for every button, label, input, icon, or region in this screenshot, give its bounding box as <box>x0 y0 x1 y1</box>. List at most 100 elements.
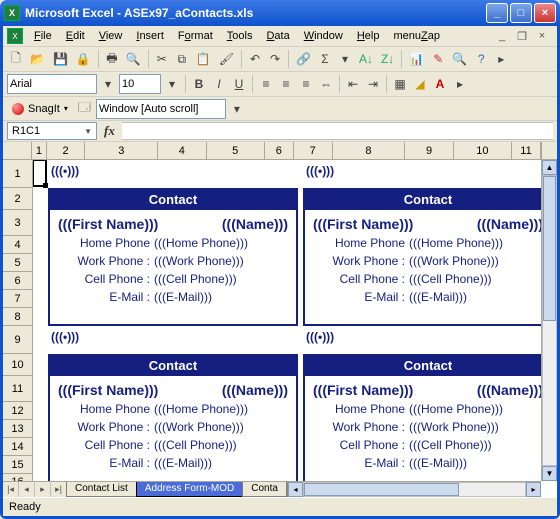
horizontal-scrollbar[interactable]: ◂ ▸ <box>287 482 541 497</box>
col-header[interactable]: 8 <box>333 142 406 160</box>
row-header[interactable]: 4 <box>3 236 33 254</box>
fill-color-icon[interactable]: ◢ <box>411 74 429 94</box>
menu-window[interactable]: Window <box>297 28 350 44</box>
font-size-dd-icon[interactable]: ▾ <box>163 74 181 94</box>
col-header[interactable]: 3 <box>85 142 158 160</box>
tab-next-icon[interactable]: ▸ <box>35 482 51 497</box>
format-painter-icon[interactable]: 🖌 <box>216 49 237 69</box>
vscroll-thumb[interactable] <box>543 176 556 320</box>
row-header[interactable]: 13 <box>3 420 33 438</box>
menu-view[interactable]: View <box>92 28 130 44</box>
row-header[interactable]: 1 <box>3 160 33 188</box>
font-name-dd-icon[interactable]: ▾ <box>99 74 117 94</box>
col-header[interactable]: 11 <box>512 142 541 160</box>
doc-restore-button[interactable]: ❐ <box>515 29 529 43</box>
cut-icon[interactable]: ✂ <box>153 49 171 69</box>
maximize-button[interactable]: □ <box>510 3 532 23</box>
indent-decrease-icon[interactable]: ⇤ <box>344 74 362 94</box>
redo-icon[interactable]: ↷ <box>266 49 284 69</box>
workbook-icon[interactable]: X <box>7 28 23 44</box>
sheet-grid[interactable]: (((•)))(((•)))Contact(((First Name)))(((… <box>33 160 541 480</box>
sort-desc-icon[interactable]: Z↓ <box>378 49 397 69</box>
sheet-tab[interactable]: Address Form-MOD <box>136 482 243 497</box>
dropdown-icon[interactable]: ▾ <box>336 49 354 69</box>
doc-close-button[interactable]: × <box>535 29 549 43</box>
zoom-icon[interactable]: 🔍 <box>449 49 470 69</box>
row-header[interactable]: 9 <box>3 326 33 354</box>
row-header[interactable]: 2 <box>3 188 33 210</box>
name-box-dd-icon[interactable]: ▼ <box>84 127 92 136</box>
name-box[interactable]: R1C1 ▼ <box>7 122 97 140</box>
underline-icon[interactable]: U <box>230 74 248 94</box>
row-header[interactable]: 3 <box>3 210 33 236</box>
snagit-button[interactable]: SnagIt ▾ <box>7 101 73 117</box>
font-size-select[interactable] <box>119 74 161 94</box>
sort-asc-icon[interactable]: A↓ <box>356 49 376 69</box>
row-header[interactable]: 7 <box>3 290 33 308</box>
undo-icon[interactable]: ↶ <box>246 49 264 69</box>
select-all-button[interactable] <box>3 142 32 160</box>
bold-icon[interactable]: B <box>190 74 208 94</box>
open-icon[interactable]: 📂 <box>27 49 48 69</box>
row-header[interactable]: 8 <box>3 308 33 326</box>
menu-insert[interactable]: Insert <box>129 28 171 44</box>
sheet-tab[interactable]: Contact List <box>66 482 137 497</box>
row-header[interactable]: 10 <box>3 354 33 376</box>
fx-icon[interactable]: fx <box>100 123 119 139</box>
scroll-right-icon[interactable]: ▸ <box>526 482 541 497</box>
menu-file[interactable]: File <box>27 28 59 44</box>
autosum-icon[interactable]: Σ <box>316 49 334 69</box>
menu-tools[interactable]: Tools <box>220 28 260 44</box>
new-icon[interactable]: 🗋 <box>7 49 25 69</box>
minimize-button[interactable]: _ <box>486 3 508 23</box>
snagit-window-dd-icon[interactable]: ▾ <box>228 99 246 119</box>
col-header[interactable]: 7 <box>294 142 333 160</box>
snagit-dd-icon[interactable]: ▾ <box>64 104 68 113</box>
col-header[interactable]: 5 <box>207 142 265 160</box>
align-left-icon[interactable]: ≡ <box>257 74 275 94</box>
row-header[interactable]: 6 <box>3 272 33 290</box>
menu-menuzap[interactable]: menuZap <box>386 28 447 44</box>
sheet-tab[interactable]: Conta <box>242 482 287 497</box>
save-icon[interactable]: 💾 <box>50 49 71 69</box>
menu-data[interactable]: Data <box>259 28 296 44</box>
col-header[interactable]: 1 <box>32 142 47 160</box>
print-icon[interactable]: 🖶 <box>103 49 121 69</box>
col-header[interactable]: 10 <box>454 142 512 160</box>
col-header[interactable]: 6 <box>265 142 294 160</box>
chart-icon[interactable]: 📊 <box>406 49 427 69</box>
font-name-select[interactable] <box>7 74 97 94</box>
col-header[interactable]: 9 <box>405 142 453 160</box>
close-button[interactable]: × <box>534 3 556 23</box>
scroll-left-icon[interactable]: ◂ <box>288 482 303 497</box>
scroll-up-icon[interactable]: ▲ <box>542 160 557 175</box>
font-color-icon[interactable]: A <box>431 74 449 94</box>
align-right-icon[interactable]: ≡ <box>297 74 315 94</box>
help-icon[interactable]: ? <box>472 49 490 69</box>
copy-icon[interactable]: ⧉ <box>173 49 191 69</box>
drawing-icon[interactable]: ✎ <box>429 49 447 69</box>
tab-last-icon[interactable]: ▸| <box>51 482 67 497</box>
print-preview-icon[interactable]: 🔍 <box>123 49 144 69</box>
indent-increase-icon[interactable]: ⇥ <box>364 74 382 94</box>
align-center-icon[interactable]: ≡ <box>277 74 295 94</box>
tab-prev-icon[interactable]: ◂ <box>19 482 35 497</box>
col-header[interactable]: 4 <box>158 142 206 160</box>
hyperlink-icon[interactable]: 🔗 <box>293 49 314 69</box>
scroll-down-icon[interactable]: ▼ <box>542 466 557 481</box>
tab-first-icon[interactable]: |◂ <box>3 482 19 497</box>
row-header[interactable]: 14 <box>3 438 33 456</box>
menu-help[interactable]: Help <box>350 28 387 44</box>
menu-format[interactable]: Format <box>171 28 220 44</box>
row-header[interactable]: 11 <box>3 376 33 402</box>
vertical-scrollbar[interactable]: ▲ ▼ <box>541 142 557 480</box>
row-header[interactable]: 5 <box>3 254 33 272</box>
more-icon[interactable]: ▸ <box>492 49 510 69</box>
more-formatting-icon[interactable]: ▸ <box>451 74 469 94</box>
hscroll-thumb[interactable] <box>304 483 459 496</box>
doc-minimize-button[interactable]: _ <box>495 29 509 43</box>
snagit-window-select[interactable] <box>96 99 226 119</box>
permission-icon[interactable]: 🔒 <box>73 49 94 69</box>
merge-center-icon[interactable]: ⇔ <box>317 74 335 94</box>
menu-edit[interactable]: Edit <box>59 28 92 44</box>
